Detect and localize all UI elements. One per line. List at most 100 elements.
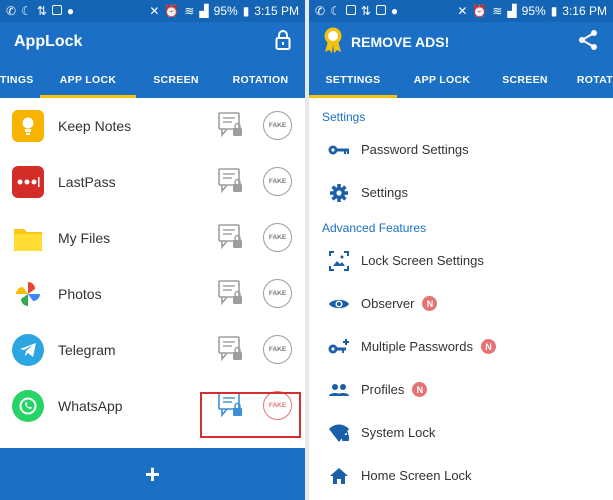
fake-toggle[interactable]: FAKE [263, 279, 292, 308]
new-badge: N [422, 296, 438, 311]
silent-icon: ✆ [315, 4, 326, 18]
tab-rotation[interactable]: ROTATION [216, 62, 305, 98]
moon-icon: ☾ [330, 4, 341, 18]
list-item[interactable]: LastPass FAKE [0, 154, 305, 210]
key-plus-icon [328, 336, 350, 358]
signal-icon: ▟ [507, 4, 517, 18]
tab-rotation[interactable]: ROTAT [563, 62, 613, 98]
clock: 3:16 PM [562, 4, 607, 18]
app-name: My Files [58, 230, 111, 246]
profiles-item[interactable]: Profiles N [309, 368, 613, 411]
app-bar: AppLock [0, 22, 305, 62]
home-icon [328, 465, 350, 487]
item-label: Home Screen Lock [361, 468, 472, 483]
settings-list: Settings Password Settings Settings Adva… [309, 106, 613, 497]
highlight-box [200, 392, 301, 438]
my-files-icon [12, 222, 44, 254]
lock-message-icon[interactable] [218, 168, 244, 199]
people-icon [328, 379, 350, 401]
item-label: Observer [361, 296, 415, 311]
observer-item[interactable]: Observer N [309, 282, 613, 325]
key-icon [328, 139, 350, 161]
tab-bar: SETTINGS APP LOCK SCREEN ROTAT [309, 62, 613, 98]
home-screen-lock-item[interactable]: Home Screen Lock [309, 454, 613, 497]
tab-app-lock[interactable]: APP LOCK [40, 62, 136, 98]
gear-icon [328, 182, 350, 204]
wifi-icon: ≋ [184, 4, 195, 18]
settings-item[interactable]: Settings [309, 171, 613, 214]
app-list: Keep Notes FAKE LastPass FAKE My Files F… [0, 98, 305, 434]
remove-ads-link[interactable]: REMOVE ADS! [351, 34, 449, 50]
tab-screen[interactable]: SCREEN [487, 62, 563, 98]
whatsapp-icon [12, 390, 44, 422]
item-label: Multiple Passwords [361, 339, 473, 354]
battery-icon: ▮ [242, 4, 250, 18]
wifi-lock-icon [328, 422, 350, 444]
app-notification-icon [51, 4, 62, 18]
sync-icon: ⇅ [36, 4, 47, 18]
alarm-icon: ⏰ [472, 4, 488, 18]
lock-message-icon[interactable] [218, 224, 244, 255]
share-icon[interactable] [577, 29, 599, 56]
eye-icon [328, 293, 350, 315]
battery-icon: ▮ [550, 4, 558, 18]
app-name: Keep Notes [58, 118, 132, 134]
fake-toggle[interactable]: FAKE [263, 223, 292, 252]
app-name: LastPass [58, 174, 116, 190]
list-item[interactable]: Photos FAKE [0, 266, 305, 322]
battery-level: 95% [521, 4, 546, 18]
messenger-icon: ● [66, 4, 75, 18]
mute-icon: ✕ [457, 4, 468, 18]
lock-icon[interactable] [275, 29, 291, 55]
add-app-button[interactable]: + [0, 448, 305, 500]
item-label: Profiles [361, 382, 405, 397]
section-header: Settings [322, 110, 366, 124]
lastpass-icon [12, 166, 44, 198]
app-name: WhatsApp [58, 398, 123, 414]
item-label: System Lock [361, 425, 436, 440]
item-label: Password Settings [361, 142, 469, 157]
section-header: Advanced Features [322, 221, 427, 235]
lock-screen-settings-item[interactable]: Lock Screen Settings [309, 239, 613, 282]
lock-message-icon[interactable] [218, 336, 244, 367]
multiple-passwords-item[interactable]: Multiple Passwords N [309, 325, 613, 368]
ribbon-icon[interactable] [323, 27, 343, 58]
app-name: Telegram [58, 342, 116, 358]
silent-icon: ✆ [6, 4, 17, 18]
item-label: Settings [361, 185, 408, 200]
system-lock-item[interactable]: System Lock [309, 411, 613, 454]
app-name: Photos [58, 286, 102, 302]
gallery-icon [345, 4, 356, 18]
list-item[interactable]: Telegram FAKE [0, 322, 305, 378]
mute-icon: ✕ [149, 4, 160, 18]
app-notification-icon [375, 4, 386, 18]
alarm-icon: ⏰ [164, 4, 180, 18]
list-item[interactable]: My Files FAKE [0, 210, 305, 266]
telegram-icon [12, 334, 44, 366]
status-bar: ✆ ☾ ⇅ ● ✕ ⏰ ≋ ▟ 95% ▮ 3:16 PM [309, 0, 613, 22]
signal-icon: ▟ [199, 4, 209, 18]
battery-level: 95% [213, 4, 238, 18]
tab-app-lock[interactable]: APP LOCK [397, 62, 487, 98]
clock: 3:15 PM [254, 4, 299, 18]
messenger-icon: ● [390, 4, 399, 18]
password-settings-item[interactable]: Password Settings [309, 128, 613, 171]
app-bar: REMOVE ADS! [309, 22, 613, 62]
wifi-icon: ≋ [492, 4, 503, 18]
tab-settings[interactable]: TINGS [0, 62, 40, 98]
fake-toggle[interactable]: FAKE [263, 335, 292, 364]
tab-settings[interactable]: SETTINGS [309, 62, 397, 98]
app-title: AppLock [14, 33, 83, 50]
settings-screen: ✆ ☾ ⇅ ● ✕ ⏰ ≋ ▟ 95% ▮ 3:16 PM REMOVE ADS… [309, 0, 613, 500]
fake-toggle[interactable]: FAKE [263, 111, 292, 140]
fake-toggle[interactable]: FAKE [263, 167, 292, 196]
lock-message-icon[interactable] [218, 280, 244, 311]
photos-icon [12, 278, 44, 310]
image-frame-icon [328, 250, 350, 272]
tab-screen[interactable]: SCREEN [136, 62, 216, 98]
list-item[interactable]: Keep Notes FAKE [0, 98, 305, 154]
status-bar: ✆ ☾ ⇅ ● ✕ ⏰ ≋ ▟ 95% ▮ 3:15 PM [0, 0, 305, 22]
lock-message-icon[interactable] [218, 112, 244, 143]
applock-screen: ✆ ☾ ⇅ ● ✕ ⏰ ≋ ▟ 95% ▮ 3:15 PM AppLock TI… [0, 0, 305, 500]
new-badge: N [481, 339, 496, 354]
